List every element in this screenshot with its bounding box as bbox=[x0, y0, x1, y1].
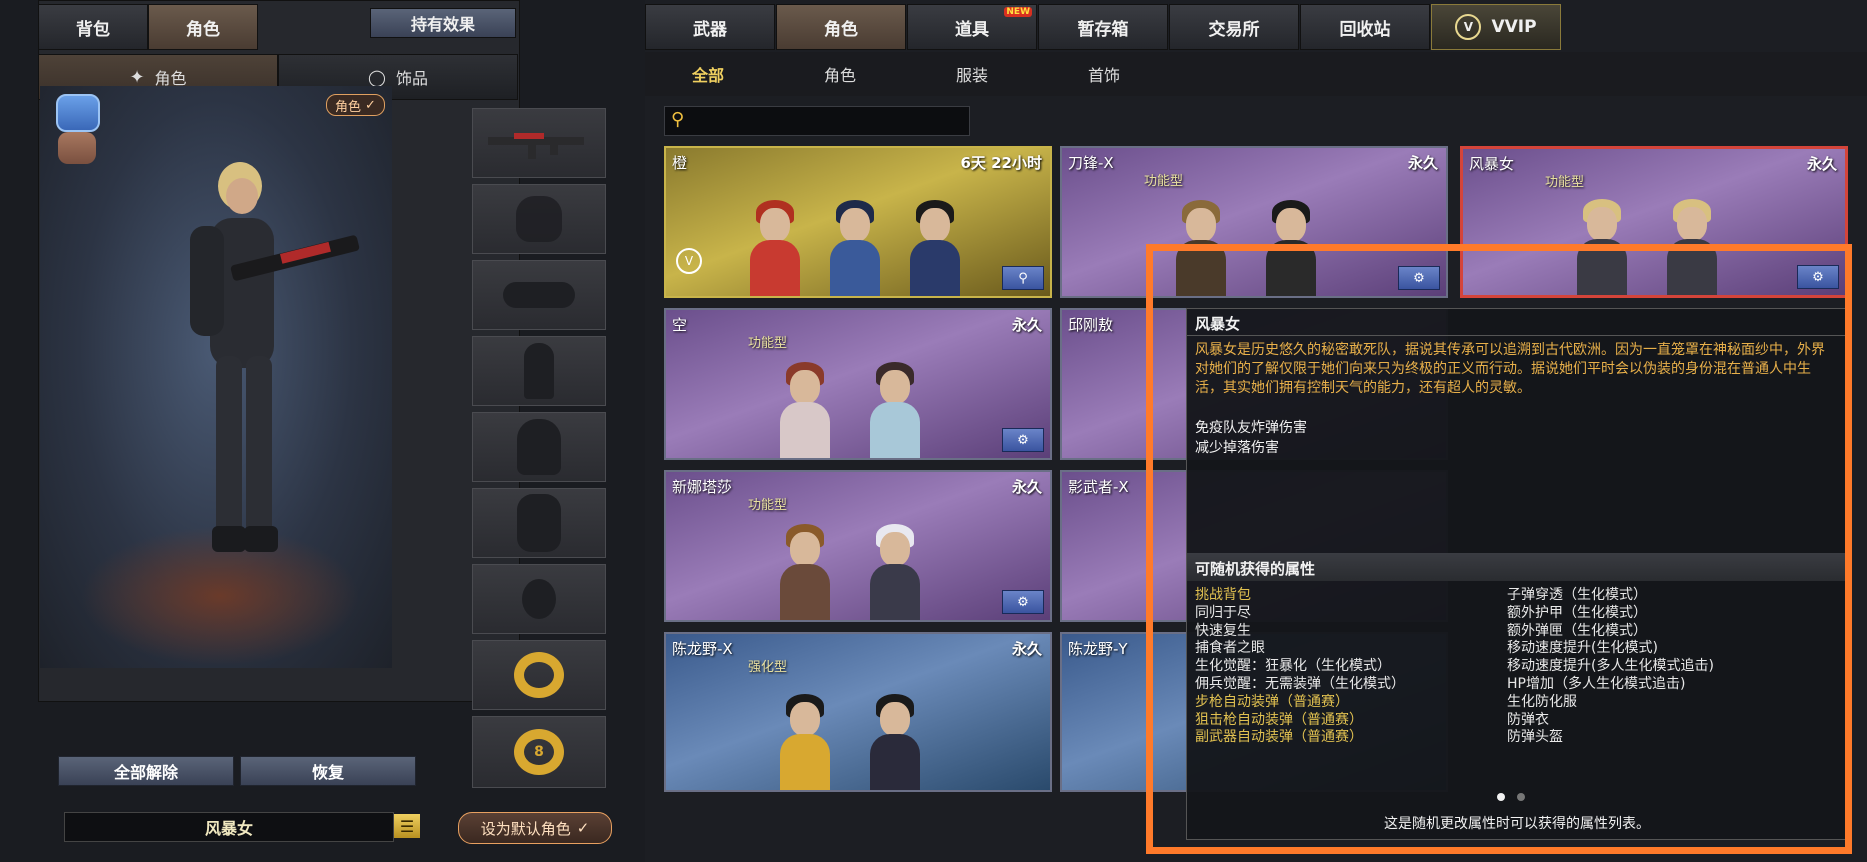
card-name: 空 bbox=[672, 316, 688, 334]
role-badge-label: 角色 bbox=[335, 99, 362, 115]
grenade-silhouette-icon bbox=[522, 579, 556, 619]
backpack-silhouette-icon bbox=[517, 419, 561, 475]
slot-body[interactable] bbox=[472, 336, 606, 406]
card-orange[interactable]: V 橙 6天 22小时 ⚲ bbox=[664, 146, 1052, 298]
card-duration: 6天 22小时 bbox=[960, 154, 1042, 172]
magnifier-icon: ⚲ bbox=[1018, 270, 1028, 286]
character-sparkle-icon: ✦ bbox=[129, 66, 145, 88]
card-duration: 永久 bbox=[1011, 316, 1042, 334]
character-model bbox=[190, 162, 360, 552]
search-box[interactable]: ⚲ bbox=[664, 106, 970, 136]
card-duration: 永久 bbox=[1011, 640, 1042, 658]
highlight-box bbox=[1146, 244, 1852, 854]
slot-vest[interactable] bbox=[472, 488, 606, 558]
card-duration: 永久 bbox=[1806, 155, 1837, 173]
gold-ring-8-icon: 8 bbox=[514, 729, 564, 775]
card-name: 邱刚敖 bbox=[1068, 316, 1114, 334]
vip-emblem-blue-icon[interactable] bbox=[56, 94, 100, 132]
set-default-button[interactable]: 设为默认角色 ✓ bbox=[458, 812, 612, 844]
card-name: 影武者-X bbox=[1068, 478, 1129, 496]
menu-list-icon[interactable]: ☰ bbox=[394, 814, 420, 838]
role-badge: 角色 ✓ bbox=[326, 94, 385, 116]
tab-items[interactable]: 道具 NEW bbox=[907, 4, 1037, 50]
restore-button[interactable]: 恢复 bbox=[240, 756, 416, 786]
filter-jewelry[interactable]: 首饰 bbox=[1056, 60, 1152, 88]
new-badge: NEW bbox=[1004, 7, 1032, 17]
goggles-silhouette-icon bbox=[503, 282, 575, 308]
tab-weapons[interactable]: 武器 bbox=[645, 4, 775, 50]
card-name: 陈龙野-X bbox=[672, 640, 733, 658]
card-name: 陈龙野-Y bbox=[1068, 640, 1128, 658]
tab-vvip-label: VVIP bbox=[1491, 17, 1537, 37]
figure-silhouette-icon bbox=[524, 343, 554, 399]
slot-goggles[interactable] bbox=[472, 260, 606, 330]
headgear-silhouette-icon bbox=[516, 196, 562, 242]
filter-character[interactable]: 角色 bbox=[792, 60, 888, 88]
card-name: 风暴女 bbox=[1469, 155, 1515, 173]
slot-ring-2[interactable]: 8 bbox=[472, 716, 606, 788]
check-icon: ✓ bbox=[365, 97, 376, 113]
effects-button[interactable]: 持有效果 bbox=[370, 8, 516, 38]
subtab-accessory-label: 饰品 bbox=[395, 69, 428, 88]
vip-emblem-bronze-icon[interactable] bbox=[58, 132, 96, 164]
gear-icon: ⚙ bbox=[1017, 594, 1029, 610]
tab-storage[interactable]: 暂存箱 bbox=[1038, 4, 1168, 50]
vest-silhouette-icon bbox=[517, 494, 561, 552]
character-preview: 角色 ✓ bbox=[40, 86, 392, 668]
filter-clothing[interactable]: 服装 bbox=[924, 60, 1020, 88]
card-duration: 永久 bbox=[1407, 154, 1438, 172]
rifle-icon bbox=[488, 133, 584, 159]
card-type: 功能型 bbox=[748, 498, 788, 513]
gear-icon: ⚙ bbox=[1017, 432, 1029, 448]
tab-vvip[interactable]: V VVIP bbox=[1431, 4, 1561, 50]
settings-button[interactable]: ⚙ bbox=[1002, 428, 1044, 452]
search-icon: ⚲ bbox=[671, 109, 685, 130]
search-input[interactable] bbox=[695, 109, 967, 133]
card-name: 橙 bbox=[672, 154, 688, 172]
card-type: 功能型 bbox=[1144, 174, 1184, 189]
reset-all-button[interactable]: 全部解除 bbox=[58, 756, 234, 786]
filter-all[interactable]: 全部 bbox=[660, 60, 756, 88]
tab-exchange[interactable]: 交易所 bbox=[1169, 4, 1299, 50]
tab-recycle[interactable]: 回收站 bbox=[1300, 4, 1430, 50]
slot-ring-1[interactable] bbox=[472, 640, 606, 710]
slot-backpack[interactable] bbox=[472, 412, 606, 482]
checkmark-icon: ✓ bbox=[576, 819, 590, 837]
slot-headgear[interactable] bbox=[472, 184, 606, 254]
slot-rifle[interactable] bbox=[472, 108, 606, 178]
card-kong[interactable]: 空 永久 功能型 ⚙ bbox=[664, 308, 1052, 460]
card-natasha[interactable]: 新娜塔莎 永久 功能型 ⚙ bbox=[664, 470, 1052, 622]
gold-ring-icon bbox=[514, 652, 564, 698]
settings-button[interactable]: ⚙ bbox=[1002, 590, 1044, 614]
card-type: 功能型 bbox=[748, 336, 788, 351]
vvip-badge-icon: V bbox=[676, 248, 702, 274]
set-default-label: 设为默认角色 bbox=[480, 819, 571, 838]
card-type: 功能型 bbox=[1545, 175, 1585, 190]
tab-backpack[interactable]: 背包 bbox=[38, 4, 148, 50]
card-duration: 永久 bbox=[1011, 478, 1042, 496]
tab-character[interactable]: 角色 bbox=[148, 4, 258, 50]
character-name-field[interactable]: 风暴女 bbox=[64, 812, 394, 842]
card-type: 强化型 bbox=[748, 660, 788, 675]
ring-icon: ◯ bbox=[368, 67, 386, 87]
tab-items-label: 道具 bbox=[955, 19, 989, 40]
tab-roles[interactable]: 角色 bbox=[776, 4, 906, 50]
card-name: 新娜塔莎 bbox=[672, 478, 733, 496]
card-name: 刀锋-X bbox=[1068, 154, 1114, 172]
vvip-logo-icon: V bbox=[1455, 14, 1482, 40]
inspect-button[interactable]: ⚲ bbox=[1002, 266, 1044, 290]
slot-grenade[interactable] bbox=[472, 564, 606, 634]
card-chen-longye-x[interactable]: 陈龙野-X 永久 强化型 bbox=[664, 632, 1052, 792]
